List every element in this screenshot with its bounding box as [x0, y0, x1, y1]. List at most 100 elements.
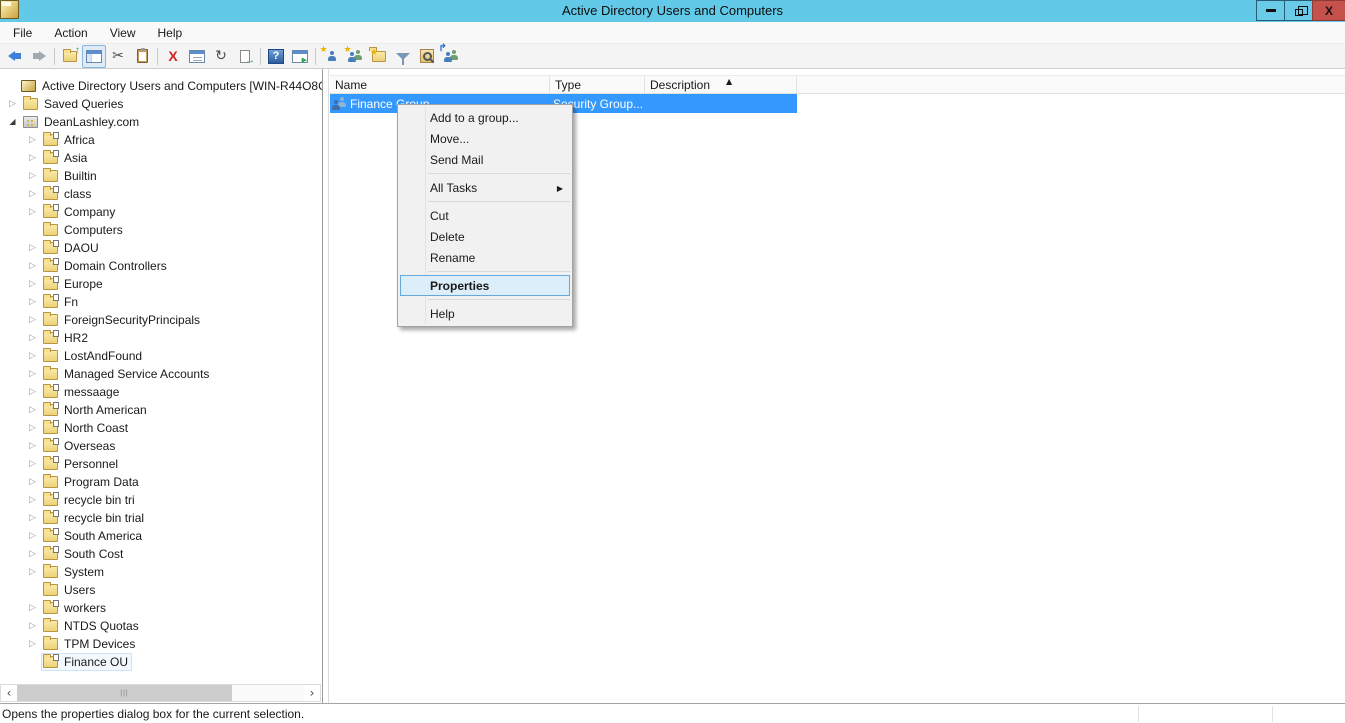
expand-arrow-icon[interactable] — [24, 531, 41, 541]
tree-item[interactable]: Program Data — [0, 473, 322, 491]
column-header[interactable]: Description ▲ — [645, 76, 797, 93]
new-ou-button[interactable] — [367, 45, 391, 68]
tree-item[interactable]: North Coast — [0, 419, 322, 437]
scroll-right-button[interactable]: › — [304, 685, 320, 701]
tree-item[interactable]: workers — [0, 599, 322, 617]
tree-horizontal-scrollbar[interactable]: ‹ ||| › — [0, 684, 321, 702]
export-list-button[interactable] — [233, 45, 257, 68]
tree-item[interactable]: South Cost — [0, 545, 322, 563]
expand-arrow-icon[interactable] — [24, 135, 41, 145]
tree-item[interactable]: South America — [0, 527, 322, 545]
expand-arrow-icon[interactable] — [24, 279, 41, 289]
context-menu-item[interactable]: Properties ▶ — [400, 275, 570, 296]
expand-arrow-icon[interactable] — [24, 297, 41, 307]
tree-item[interactable]: Users — [0, 581, 322, 599]
help-button[interactable]: ? — [264, 45, 288, 68]
column-header[interactable]: Type ▲ — [550, 76, 645, 93]
menu-item[interactable]: View — [99, 22, 147, 44]
restore-button[interactable] — [1284, 0, 1312, 21]
show-console-tree-button[interactable] — [82, 45, 106, 68]
expand-arrow-icon[interactable] — [24, 333, 41, 343]
context-menu-item[interactable]: ▶ — [428, 271, 570, 272]
delete-button[interactable]: X — [161, 45, 185, 68]
paste-button[interactable] — [130, 45, 154, 68]
expand-arrow-icon[interactable] — [24, 351, 41, 361]
expand-arrow-icon[interactable] — [4, 99, 21, 109]
expand-arrow-icon[interactable] — [24, 243, 41, 253]
context-menu-item[interactable]: ▶ — [428, 173, 570, 174]
expand-arrow-icon[interactable] — [24, 513, 41, 523]
tree-item[interactable]: Managed Service Accounts — [0, 365, 322, 383]
back-button[interactable] — [3, 45, 27, 68]
context-menu-item[interactable]: Send Mail ▶ — [398, 149, 572, 170]
tree-item[interactable]: Africa — [0, 131, 322, 149]
pane-divider[interactable] — [322, 69, 323, 703]
tree-item[interactable]: DAOU — [0, 239, 322, 257]
tree-item[interactable]: Europe — [0, 275, 322, 293]
up-one-level-button[interactable]: ↑ — [58, 45, 82, 68]
menu-item[interactable]: Help — [147, 22, 194, 44]
expand-arrow-icon[interactable] — [24, 369, 41, 379]
column-header[interactable]: Name ▲ — [330, 76, 550, 93]
tree-item[interactable]: recycle bin tri — [0, 491, 322, 509]
context-menu-item[interactable]: ▶ — [428, 299, 570, 300]
menu-item[interactable]: File — [2, 22, 43, 44]
context-menu-item[interactable]: Move... ▶ — [398, 128, 572, 149]
tree-item[interactable]: messaage — [0, 383, 322, 401]
expand-arrow-icon[interactable] — [24, 153, 41, 163]
close-button[interactable]: X — [1312, 0, 1345, 21]
expand-arrow-icon[interactable] — [24, 261, 41, 271]
tree-item[interactable]: Active Directory Users and Computers [WI… — [0, 77, 322, 95]
context-menu-item[interactable]: ▶ — [428, 201, 570, 202]
tree-item[interactable]: Finance OU — [0, 653, 322, 671]
tree-item[interactable]: NTDS Quotas — [0, 617, 322, 635]
expand-arrow-icon[interactable] — [24, 621, 41, 631]
forward-button[interactable] — [27, 45, 51, 68]
find-button[interactable] — [415, 45, 439, 68]
new-window-button[interactable] — [288, 45, 312, 68]
expand-arrow-icon[interactable] — [24, 477, 41, 487]
expand-arrow-icon[interactable] — [24, 549, 41, 559]
context-menu-item[interactable]: Add to a group... ▶ — [398, 107, 572, 128]
tree-item[interactable]: System — [0, 563, 322, 581]
tree-item[interactable]: Company — [0, 203, 322, 221]
properties-button[interactable] — [185, 45, 209, 68]
menu-item[interactable]: Action — [43, 22, 98, 44]
expand-arrow-icon[interactable] — [24, 423, 41, 433]
expand-arrow-icon[interactable] — [24, 441, 41, 451]
tree-item[interactable]: ForeignSecurityPrincipals — [0, 311, 322, 329]
context-menu-item[interactable]: Rename ▶ — [398, 247, 572, 268]
refresh-button[interactable]: ↻ — [209, 45, 233, 68]
expand-arrow-icon[interactable] — [24, 567, 41, 577]
context-menu-item[interactable]: Delete ▶ — [398, 226, 572, 247]
add-member-button[interactable] — [439, 45, 463, 68]
context-menu-item[interactable]: All Tasks ▶ — [398, 177, 572, 198]
expand-arrow-icon[interactable] — [24, 207, 41, 217]
tree-item[interactable]: recycle bin trial — [0, 509, 322, 527]
tree-item[interactable]: Personnel — [0, 455, 322, 473]
expand-arrow-icon[interactable] — [24, 189, 41, 199]
tree-item[interactable]: Saved Queries — [0, 95, 322, 113]
expand-arrow-icon[interactable] — [24, 315, 41, 325]
filter-button[interactable] — [391, 45, 415, 68]
tree-item[interactable]: LostAndFound — [0, 347, 322, 365]
minimize-button[interactable] — [1256, 0, 1284, 21]
tree-item[interactable]: Builtin — [0, 167, 322, 185]
context-menu-item[interactable]: Cut ▶ — [398, 205, 572, 226]
tree-item[interactable]: Overseas — [0, 437, 322, 455]
context-menu-item[interactable]: Help ▶ — [398, 303, 572, 324]
tree-item[interactable]: North American — [0, 401, 322, 419]
expand-arrow-icon[interactable] — [24, 459, 41, 469]
tree-item[interactable]: HR2 — [0, 329, 322, 347]
scroll-left-button[interactable]: ‹ — [1, 685, 17, 701]
tree-item[interactable]: DeanLashley.com — [0, 113, 322, 131]
scrollbar-track[interactable]: ||| — [17, 685, 304, 701]
tree-item[interactable]: Domain Controllers — [0, 257, 322, 275]
expand-arrow-icon[interactable] — [24, 171, 41, 181]
expand-arrow-icon[interactable] — [24, 495, 41, 505]
tree-item[interactable]: Asia — [0, 149, 322, 167]
tree-item[interactable]: Fn — [0, 293, 322, 311]
expand-arrow-icon[interactable] — [4, 117, 21, 127]
tree-item[interactable]: TPM Devices — [0, 635, 322, 653]
tree-item[interactable]: Computers — [0, 221, 322, 239]
